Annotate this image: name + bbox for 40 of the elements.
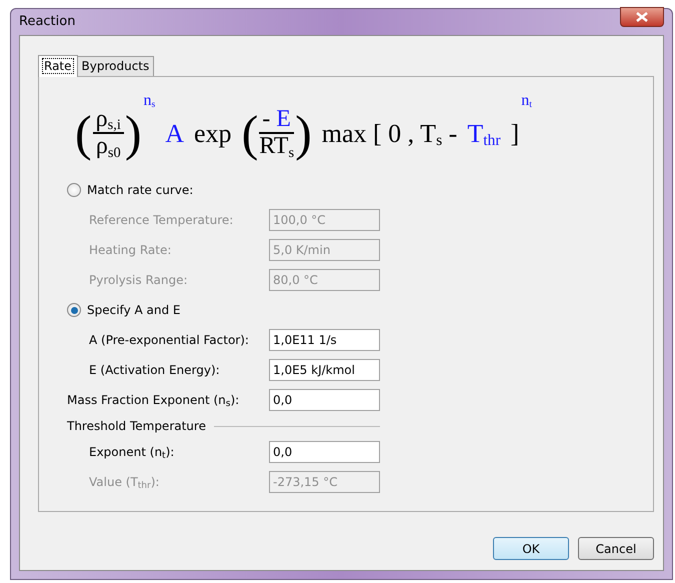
field-label: Reference Temperature:: [89, 212, 234, 229]
formula-term: ρ$_{s,i}$: [96, 106, 121, 132]
formula-term: E: [276, 106, 291, 132]
parenthesis: ): [124, 108, 142, 158]
close-button[interactable]: [620, 7, 664, 27]
formula-term: RT$_{s}$: [259, 133, 294, 159]
formula-term: A: [165, 118, 184, 150]
field-label: A (Pre-exponential Factor):: [89, 332, 250, 349]
formula-term: n$_{s}$: [144, 91, 156, 112]
formula-term: -: [262, 106, 270, 132]
input-field[interactable]: 0,0: [269, 441, 380, 463]
dialog-button[interactable]: OK: [493, 537, 569, 560]
formula-term: T$_{thr}$: [467, 118, 501, 152]
parenthesis: (: [242, 108, 258, 158]
tab[interactable]: Byproducts: [76, 56, 154, 76]
field-label: Value (T$_{thr}$):: [89, 474, 160, 491]
field-label: Exponent (n$_{t}$):: [89, 444, 176, 461]
input-field[interactable]: 1,0E5 kJ/kmol: [269, 359, 380, 381]
parenthesis: ): [295, 108, 312, 158]
tab[interactable]: Rate: [38, 55, 78, 77]
input-field[interactable]: 1,0E11 1/s: [269, 329, 380, 351]
dialog-button[interactable]: Cancel: [578, 537, 654, 560]
formula-term: ρ$_{s0}$: [96, 133, 121, 159]
field-label: Mass Fraction Exponent (n$_{s}$):: [67, 392, 240, 409]
radio-label[interactable]: Specify A and E: [87, 301, 180, 319]
parenthesis: (: [75, 108, 92, 158]
input-field[interactable]: 0,0: [269, 389, 380, 411]
close-icon: [636, 12, 648, 22]
formula-term: ]: [510, 118, 520, 150]
field-label: Heating Rate:: [89, 242, 172, 259]
window-title: Reaction: [19, 13, 76, 32]
formula-term: max [ 0 , T$_{s}$ -: [322, 118, 458, 152]
radio-button[interactable]: [67, 303, 81, 317]
radio-button[interactable]: [67, 183, 81, 197]
formula-term: exp: [194, 118, 232, 150]
radio-label[interactable]: Match rate curve:: [87, 181, 194, 199]
field-label: Pyrolysis Range:: [89, 272, 189, 289]
field-label: E (Activation Energy):: [89, 362, 221, 379]
section-heading: Threshold Temperature: [67, 418, 206, 435]
formula-term: n$_{t}$: [521, 91, 532, 112]
